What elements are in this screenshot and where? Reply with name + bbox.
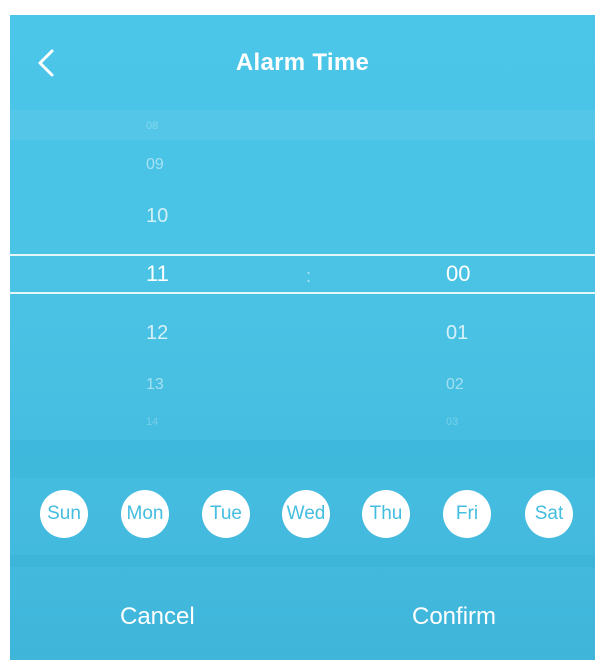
hour-option[interactable]: 08 <box>146 120 206 132</box>
selected-hour[interactable]: 11 <box>146 261 206 287</box>
day-thu-toggle[interactable]: Thu <box>362 490 410 538</box>
repeat-days: Sun Mon Tue Wed Thu Fri Sat <box>10 490 595 540</box>
minute-option[interactable]: 01 <box>446 322 506 345</box>
time-separator: : <box>306 266 312 286</box>
day-mon-toggle[interactable]: Mon <box>121 490 169 538</box>
day-wed-toggle[interactable]: Wed <box>282 490 330 538</box>
alarm-time-screen: Alarm Time 08 09 10 11 12 13 14 : 00 01 … <box>10 15 595 660</box>
day-sat-toggle[interactable]: Sat <box>525 490 573 538</box>
hour-wheel[interactable]: 08 09 10 11 12 13 14 <box>146 110 216 440</box>
header: Alarm Time <box>10 15 595 110</box>
minute-option[interactable]: 02 <box>446 376 506 394</box>
footer-divider <box>10 555 595 567</box>
hour-option[interactable]: 13 <box>146 376 206 394</box>
hour-option[interactable]: 14 <box>146 416 206 428</box>
time-picker[interactable]: 08 09 10 11 12 13 14 : 00 01 02 03 <box>10 110 595 440</box>
cancel-button[interactable]: Cancel <box>120 603 195 631</box>
selected-minute[interactable]: 00 <box>446 261 506 287</box>
picker-bottom-band <box>10 440 595 478</box>
page-title: Alarm Time <box>235 49 370 76</box>
day-fri-toggle[interactable]: Fri <box>443 490 491 538</box>
hour-option[interactable]: 10 <box>146 205 206 228</box>
confirm-button[interactable]: Confirm <box>412 603 496 631</box>
minute-option[interactable]: 03 <box>446 416 506 428</box>
day-sun-toggle[interactable]: Sun <box>40 490 88 538</box>
day-tue-toggle[interactable]: Tue <box>202 490 250 538</box>
hour-option[interactable]: 12 <box>146 322 206 345</box>
hour-option[interactable]: 09 <box>146 156 206 174</box>
minute-wheel[interactable]: 00 01 02 03 <box>446 110 516 440</box>
